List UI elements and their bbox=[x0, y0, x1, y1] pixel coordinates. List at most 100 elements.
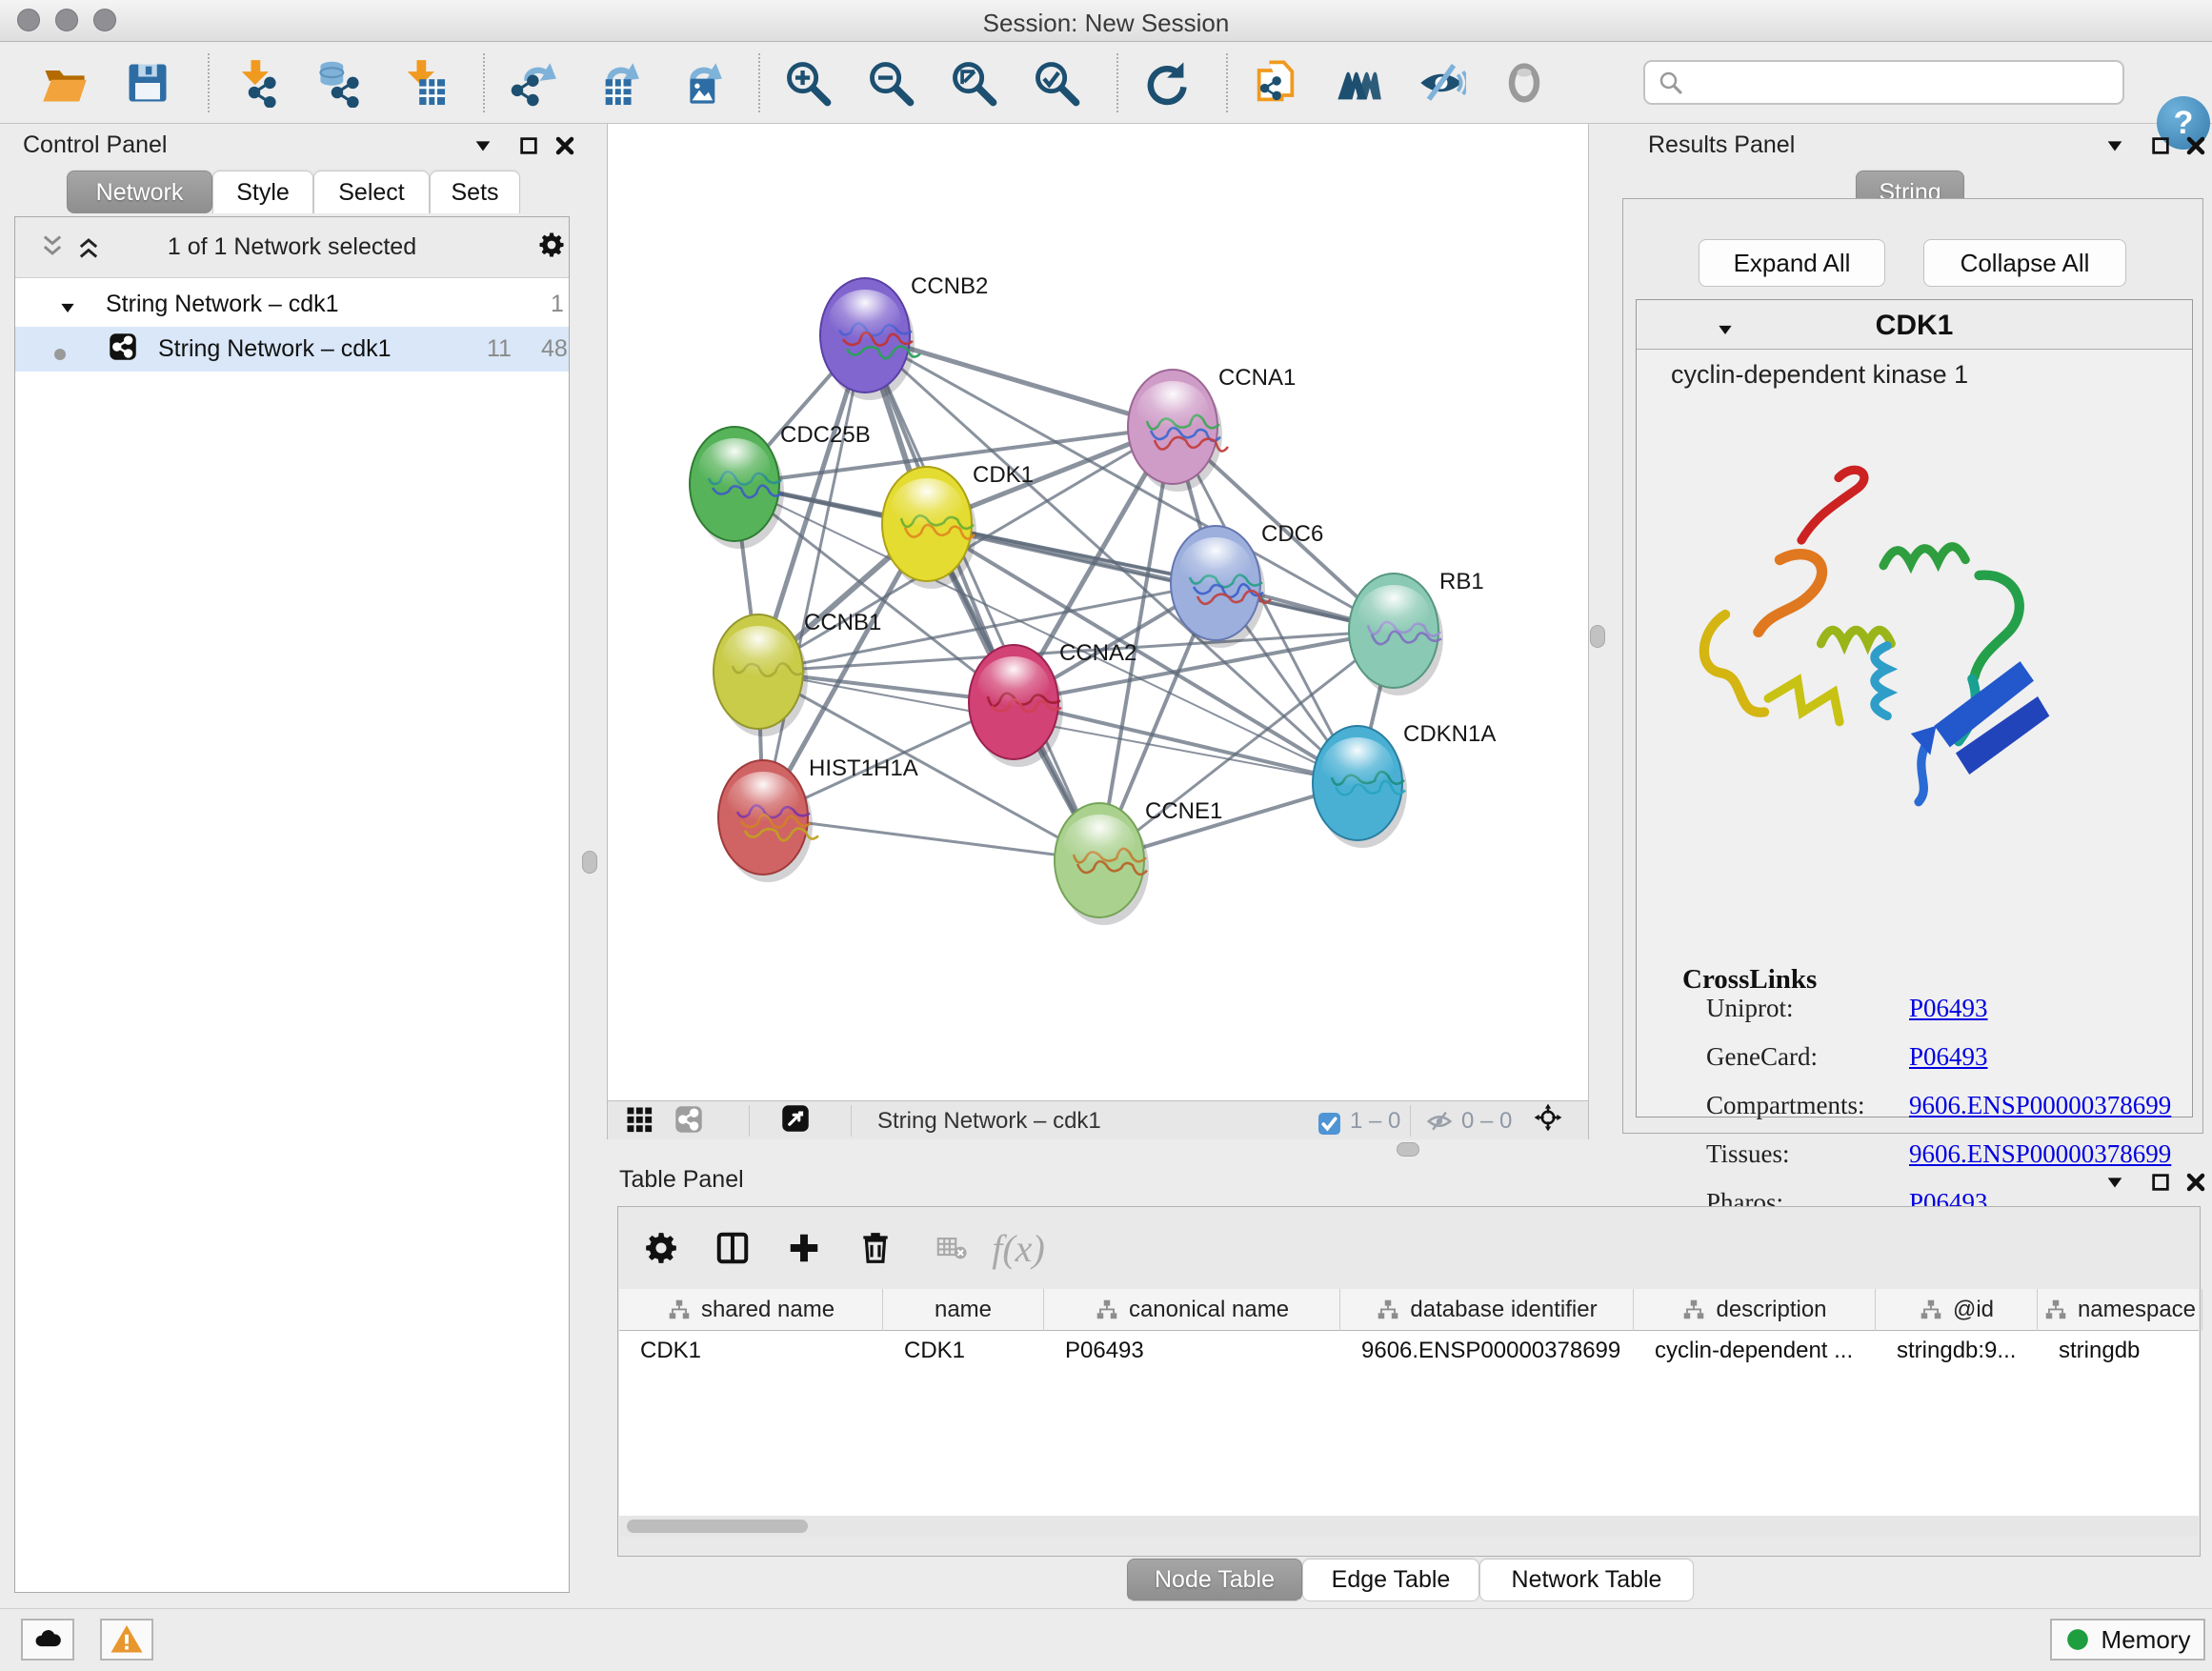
selected-checkbox-icon[interactable] bbox=[1315, 1109, 1343, 1137]
crosshair-move-icon[interactable] bbox=[1534, 1103, 1562, 1132]
zoom-fit-icon[interactable] bbox=[947, 56, 1000, 110]
node-label: CDC6 bbox=[1261, 521, 1323, 547]
right-splitter-handle[interactable] bbox=[1590, 625, 1605, 648]
expand-all-button[interactable]: Expand All bbox=[1699, 239, 1885, 287]
delete-table-icon[interactable] bbox=[928, 1224, 975, 1272]
hidden-node-edge-count: 0 – 0 bbox=[1461, 1108, 1512, 1135]
network-collection-row[interactable]: String Network – cdk1 1 bbox=[15, 282, 569, 327]
network-node-CDK1[interactable] bbox=[882, 467, 976, 589]
cloud-button[interactable] bbox=[21, 1619, 74, 1661]
crosslink-value-link[interactable]: 9606.ENSP00000378699 bbox=[1909, 1091, 2171, 1120]
save-session-icon[interactable] bbox=[121, 56, 174, 110]
search-input[interactable] bbox=[1693, 65, 2122, 101]
table-panel-collapse-icon[interactable] bbox=[2101, 1168, 2129, 1197]
show-columns-icon[interactable] bbox=[709, 1224, 756, 1272]
left-splitter-handle[interactable] bbox=[582, 851, 597, 874]
export-network-icon[interactable] bbox=[506, 56, 559, 110]
export-table-icon[interactable] bbox=[589, 56, 642, 110]
tab-edge-table[interactable]: Edge Table bbox=[1302, 1559, 1479, 1601]
tab-node-table[interactable]: Node Table bbox=[1127, 1559, 1302, 1601]
memory-button[interactable]: Memory bbox=[2050, 1619, 2205, 1661]
table-settings-gear-icon[interactable] bbox=[637, 1224, 685, 1272]
tab-select[interactable]: Select bbox=[313, 171, 430, 213]
warnings-button[interactable] bbox=[100, 1619, 153, 1661]
table-cell[interactable]: cyclin-dependent ... bbox=[1634, 1331, 1876, 1371]
collapse-all-button[interactable]: Collapse All bbox=[1923, 239, 2126, 287]
table-panel-float-icon[interactable] bbox=[2146, 1168, 2175, 1197]
control-panel-collapse-icon[interactable] bbox=[469, 131, 497, 160]
column-header-database-identifier[interactable]: database identifier bbox=[1340, 1289, 1634, 1331]
open-session-icon[interactable] bbox=[38, 56, 91, 110]
network-node-CCNB2[interactable] bbox=[820, 278, 920, 400]
table-cell[interactable]: P06493 bbox=[1044, 1331, 1340, 1371]
control-panel-close-icon[interactable] bbox=[551, 131, 579, 160]
network-options-gear-icon[interactable] bbox=[537, 231, 566, 259]
node-label: CCNB2 bbox=[911, 273, 988, 299]
table-cell[interactable]: CDK1 bbox=[883, 1331, 1044, 1371]
tab-sets[interactable]: Sets bbox=[430, 171, 520, 213]
tab-style[interactable]: Style bbox=[212, 171, 313, 213]
network-node-HIST1H1A[interactable] bbox=[718, 760, 818, 882]
birdseye-view-icon[interactable] bbox=[781, 1104, 810, 1133]
crosslink-value-link[interactable]: 9606.ENSP00000378699 bbox=[1909, 1139, 2171, 1169]
window-title: Session: New Session bbox=[0, 9, 2212, 38]
table-cell[interactable]: CDK1 bbox=[619, 1331, 883, 1371]
results-panel-close-icon[interactable] bbox=[2182, 131, 2210, 160]
delete-column-trash-icon[interactable] bbox=[852, 1224, 899, 1272]
grid-view-icon[interactable] bbox=[625, 1105, 654, 1134]
table-panel-close-icon[interactable] bbox=[2182, 1168, 2210, 1197]
column-header-namespace[interactable]: namespace bbox=[2038, 1289, 2202, 1331]
network-edge[interactable] bbox=[865, 335, 1099, 860]
column-header-canonical-name[interactable]: canonical name bbox=[1044, 1289, 1340, 1331]
zoom-out-icon[interactable] bbox=[864, 56, 917, 110]
function-builder-icon[interactable]: f(x) bbox=[995, 1224, 1042, 1272]
import-network-icon[interactable] bbox=[231, 56, 284, 110]
protein-structure-image bbox=[1684, 448, 2075, 824]
network-edge[interactable] bbox=[1014, 702, 1357, 783]
eye-icon[interactable] bbox=[1498, 56, 1551, 110]
column-header-name[interactable]: name bbox=[883, 1289, 1044, 1331]
collection-expander-icon[interactable] bbox=[53, 293, 82, 322]
bottom-splitter-handle[interactable] bbox=[1397, 1142, 1419, 1157]
refresh-icon[interactable] bbox=[1139, 56, 1193, 110]
table-cell[interactable]: stringdb:9... bbox=[1876, 1331, 2038, 1371]
table-cell[interactable]: 9606.ENSP00000378699 bbox=[1340, 1331, 1634, 1371]
zoom-in-icon[interactable] bbox=[781, 56, 835, 110]
network-node-CDKN1A[interactable] bbox=[1313, 726, 1407, 848]
zoom-selected-icon[interactable] bbox=[1030, 56, 1083, 110]
table-toolbar: f(x) bbox=[618, 1207, 2200, 1289]
network-node-CCNA1[interactable] bbox=[1128, 370, 1228, 492]
crosslink-value-link[interactable]: P06493 bbox=[1909, 994, 1988, 1023]
binoculars-icon[interactable] bbox=[1332, 56, 1385, 110]
table-horizontal-scrollbar[interactable] bbox=[619, 1516, 2199, 1537]
copy-document-icon[interactable] bbox=[1249, 56, 1302, 110]
export-image-icon[interactable] bbox=[672, 56, 725, 110]
crosslink-value-link[interactable]: P06493 bbox=[1909, 1042, 1988, 1072]
results-panel-collapse-icon[interactable] bbox=[2101, 131, 2129, 160]
control-panel-float-icon[interactable] bbox=[514, 131, 543, 160]
column-header--id[interactable]: @id bbox=[1876, 1289, 2038, 1331]
hidden-eye-slash-icon[interactable] bbox=[1425, 1107, 1454, 1136]
gene-description: cyclin-dependent kinase 1 bbox=[1671, 360, 1968, 390]
tab-network-table[interactable]: Network Table bbox=[1479, 1559, 1694, 1601]
import-network-from-database-icon[interactable] bbox=[313, 56, 367, 110]
network-node-CDC6[interactable] bbox=[1171, 526, 1271, 648]
column-header-description[interactable]: description bbox=[1634, 1289, 1876, 1331]
network-edge[interactable] bbox=[763, 335, 865, 817]
network-row[interactable]: String Network – cdk1 11 48 bbox=[15, 327, 569, 372]
scrollbar-thumb[interactable] bbox=[627, 1520, 808, 1533]
network-node-CCNE1[interactable] bbox=[1055, 803, 1149, 925]
results-panel-float-icon[interactable] bbox=[2146, 131, 2175, 160]
eye-slash-icon[interactable] bbox=[1415, 56, 1468, 110]
network-node-RB1[interactable] bbox=[1349, 574, 1443, 695]
network-node-CCNA2[interactable] bbox=[969, 645, 1063, 767]
create-column-plus-icon[interactable] bbox=[780, 1224, 828, 1272]
tab-network[interactable]: Network bbox=[67, 171, 212, 213]
gene-header[interactable]: CDK1 bbox=[1637, 300, 2192, 350]
network-badge-gray-icon[interactable] bbox=[674, 1105, 703, 1134]
column-header-shared-name[interactable]: shared name bbox=[619, 1289, 883, 1331]
import-table-icon[interactable] bbox=[396, 56, 450, 110]
network-canvas[interactable]: CCNB2CCNA1CDC25BCDK1CDC6RB1CCNB1CCNA2CDK… bbox=[607, 124, 1589, 1100]
network-node-CCNB1[interactable] bbox=[714, 614, 808, 736]
table-cell[interactable]: stringdb bbox=[2038, 1331, 2202, 1371]
